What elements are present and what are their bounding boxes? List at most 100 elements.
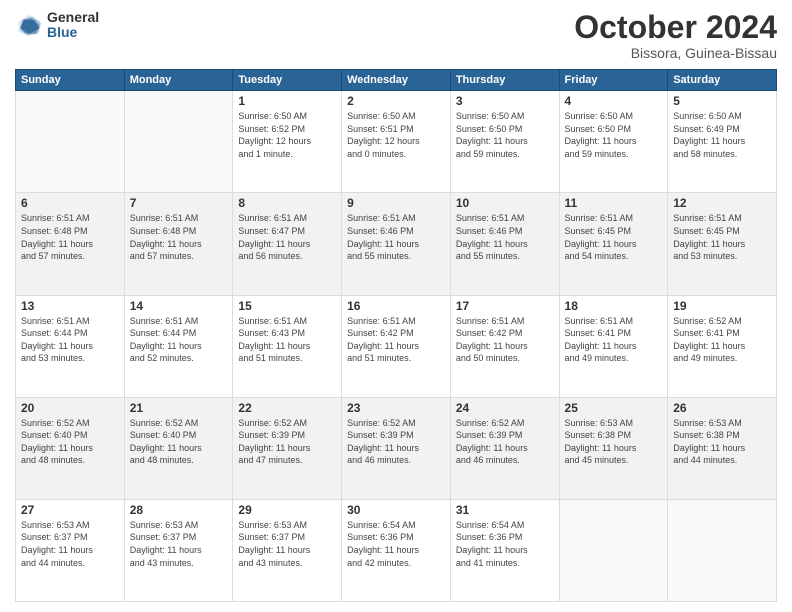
weekday-header-thursday: Thursday: [450, 70, 559, 91]
day-number: 1: [238, 94, 336, 108]
day-info: Sunrise: 6:51 AMSunset: 6:48 PMDaylight:…: [21, 212, 119, 262]
header: General Blue October 2024 Bissora, Guine…: [15, 10, 777, 61]
day-number: 24: [456, 401, 554, 415]
day-number: 18: [565, 299, 663, 313]
day-number: 8: [238, 196, 336, 210]
calendar-cell: 17Sunrise: 6:51 AMSunset: 6:42 PMDayligh…: [450, 295, 559, 397]
calendar-week-row: 27 Sunrise: 6:53 AMSunset: 6:37 PMDayligh…: [16, 499, 777, 601]
calendar-cell: 28 Sunrise: 6:53 AMSunset: 6:37 PMDayligh…: [124, 499, 233, 601]
day-number: 28: [130, 503, 228, 517]
calendar-cell: 18 Sunrise: 6:51 AMSunset: 6:41 PMDayligh…: [559, 295, 668, 397]
day-number: 22: [238, 401, 336, 415]
title-block: October 2024 Bissora, Guinea-Bissau: [574, 10, 777, 61]
day-info: Sunrise: 6:50 AMSunset: 6:51 PMDaylight:…: [347, 110, 445, 160]
location: Bissora, Guinea-Bissau: [574, 45, 777, 61]
calendar-cell: 8 Sunrise: 6:51 AMSunset: 6:47 PMDaylight…: [233, 193, 342, 295]
day-number: 9: [347, 196, 445, 210]
calendar-cell: 20 Sunrise: 6:52 AMSunset: 6:40 PMDayligh…: [16, 397, 125, 499]
day-number: 10: [456, 196, 554, 210]
day-number: 12: [673, 196, 771, 210]
day-info: Sunrise: 6:50 AMSunset: 6:50 PMDaylight:…: [565, 110, 663, 160]
weekday-header-monday: Monday: [124, 70, 233, 91]
calendar-week-row: 1 Sunrise: 6:50 AMSunset: 6:52 PMDaylight…: [16, 91, 777, 193]
calendar-cell: 4 Sunrise: 6:50 AMSunset: 6:50 PMDaylight…: [559, 91, 668, 193]
day-number: 23: [347, 401, 445, 415]
day-number: 3: [456, 94, 554, 108]
day-number: 25: [565, 401, 663, 415]
calendar-cell: 10Sunrise: 6:51 AMSunset: 6:46 PMDayligh…: [450, 193, 559, 295]
calendar-cell: 15 Sunrise: 6:51 AMSunset: 6:43 PMDayligh…: [233, 295, 342, 397]
day-info: Sunrise: 6:52 AMSunset: 6:41 PMDaylight:…: [673, 315, 771, 365]
day-info: Sunrise: 6:52 AMSunset: 6:39 PMDaylight:…: [347, 417, 445, 467]
day-number: 31: [456, 503, 554, 517]
page: General Blue October 2024 Bissora, Guine…: [0, 0, 792, 612]
calendar-cell: 1 Sunrise: 6:50 AMSunset: 6:52 PMDaylight…: [233, 91, 342, 193]
calendar-cell: 21Sunrise: 6:52 AMSunset: 6:40 PMDayligh…: [124, 397, 233, 499]
day-number: 2: [347, 94, 445, 108]
day-number: 26: [673, 401, 771, 415]
day-info: Sunrise: 6:51 AMSunset: 6:48 PMDaylight:…: [130, 212, 228, 262]
day-info: Sunrise: 6:50 AMSunset: 6:52 PMDaylight:…: [238, 110, 336, 160]
calendar-week-row: 20 Sunrise: 6:52 AMSunset: 6:40 PMDayligh…: [16, 397, 777, 499]
day-info: Sunrise: 6:53 AMSunset: 6:38 PMDaylight:…: [565, 417, 663, 467]
weekday-header-row: SundayMondayTuesdayWednesdayThursdayFrid…: [16, 70, 777, 91]
day-info: Sunrise: 6:52 AMSunset: 6:39 PMDaylight:…: [456, 417, 554, 467]
day-info: Sunrise: 6:50 AMSunset: 6:50 PMDaylight:…: [456, 110, 554, 160]
calendar-cell: 3 Sunrise: 6:50 AMSunset: 6:50 PMDaylight…: [450, 91, 559, 193]
calendar-week-row: 13Sunrise: 6:51 AMSunset: 6:44 PMDayligh…: [16, 295, 777, 397]
calendar-cell: 26 Sunrise: 6:53 AMSunset: 6:38 PMDayligh…: [668, 397, 777, 499]
day-number: 5: [673, 94, 771, 108]
calendar-cell: [668, 499, 777, 601]
calendar-week-row: 6 Sunrise: 6:51 AMSunset: 6:48 PMDaylight…: [16, 193, 777, 295]
day-number: 20: [21, 401, 119, 415]
day-number: 15: [238, 299, 336, 313]
day-info: Sunrise: 6:51 AMSunset: 6:46 PMDaylight:…: [347, 212, 445, 262]
calendar-cell: 16Sunrise: 6:51 AMSunset: 6:42 PMDayligh…: [342, 295, 451, 397]
logo-icon: [15, 11, 43, 39]
weekday-header-saturday: Saturday: [668, 70, 777, 91]
day-number: 6: [21, 196, 119, 210]
day-number: 19: [673, 299, 771, 313]
calendar-cell: 13Sunrise: 6:51 AMSunset: 6:44 PMDayligh…: [16, 295, 125, 397]
weekday-header-tuesday: Tuesday: [233, 70, 342, 91]
calendar-cell: 14 Sunrise: 6:51 AMSunset: 6:44 PMDayligh…: [124, 295, 233, 397]
calendar-cell: 31Sunrise: 6:54 AMSunset: 6:36 PMDayligh…: [450, 499, 559, 601]
day-number: 30: [347, 503, 445, 517]
day-info: Sunrise: 6:53 AMSunset: 6:37 PMDaylight:…: [21, 519, 119, 569]
day-number: 4: [565, 94, 663, 108]
day-info: Sunrise: 6:52 AMSunset: 6:40 PMDaylight:…: [21, 417, 119, 467]
calendar-cell: 5Sunrise: 6:50 AMSunset: 6:49 PMDaylight…: [668, 91, 777, 193]
calendar-cell: 2 Sunrise: 6:50 AMSunset: 6:51 PMDaylight…: [342, 91, 451, 193]
calendar-cell: 30Sunrise: 6:54 AMSunset: 6:36 PMDayligh…: [342, 499, 451, 601]
weekday-header-friday: Friday: [559, 70, 668, 91]
day-info: Sunrise: 6:51 AMSunset: 6:47 PMDaylight:…: [238, 212, 336, 262]
day-info: Sunrise: 6:51 AMSunset: 6:45 PMDaylight:…: [673, 212, 771, 262]
calendar-cell: [16, 91, 125, 193]
calendar-cell: 22Sunrise: 6:52 AMSunset: 6:39 PMDayligh…: [233, 397, 342, 499]
calendar-table: SundayMondayTuesdayWednesdayThursdayFrid…: [15, 69, 777, 602]
day-info: Sunrise: 6:53 AMSunset: 6:38 PMDaylight:…: [673, 417, 771, 467]
logo-text: General Blue: [47, 10, 99, 41]
logo-general-text: General: [47, 10, 99, 25]
calendar-cell: 25 Sunrise: 6:53 AMSunset: 6:38 PMDayligh…: [559, 397, 668, 499]
day-number: 11: [565, 196, 663, 210]
day-info: Sunrise: 6:53 AMSunset: 6:37 PMDaylight:…: [130, 519, 228, 569]
day-info: Sunrise: 6:52 AMSunset: 6:40 PMDaylight:…: [130, 417, 228, 467]
weekday-header-wednesday: Wednesday: [342, 70, 451, 91]
day-info: Sunrise: 6:53 AMSunset: 6:37 PMDaylight:…: [238, 519, 336, 569]
day-number: 29: [238, 503, 336, 517]
calendar-cell: 19 Sunrise: 6:52 AMSunset: 6:41 PMDayligh…: [668, 295, 777, 397]
calendar-cell: 29 Sunrise: 6:53 AMSunset: 6:37 PMDayligh…: [233, 499, 342, 601]
day-number: 14: [130, 299, 228, 313]
day-info: Sunrise: 6:51 AMSunset: 6:41 PMDaylight:…: [565, 315, 663, 365]
calendar-cell: 12 Sunrise: 6:51 AMSunset: 6:45 PMDayligh…: [668, 193, 777, 295]
calendar-cell: 23 Sunrise: 6:52 AMSunset: 6:39 PMDayligh…: [342, 397, 451, 499]
calendar-cell: 27 Sunrise: 6:53 AMSunset: 6:37 PMDayligh…: [16, 499, 125, 601]
day-info: Sunrise: 6:51 AMSunset: 6:43 PMDaylight:…: [238, 315, 336, 365]
calendar-cell: [124, 91, 233, 193]
day-info: Sunrise: 6:51 AMSunset: 6:42 PMDaylight:…: [456, 315, 554, 365]
day-info: Sunrise: 6:51 AMSunset: 6:44 PMDaylight:…: [130, 315, 228, 365]
logo-blue-text: Blue: [47, 25, 99, 40]
day-number: 27: [21, 503, 119, 517]
calendar-cell: [559, 499, 668, 601]
